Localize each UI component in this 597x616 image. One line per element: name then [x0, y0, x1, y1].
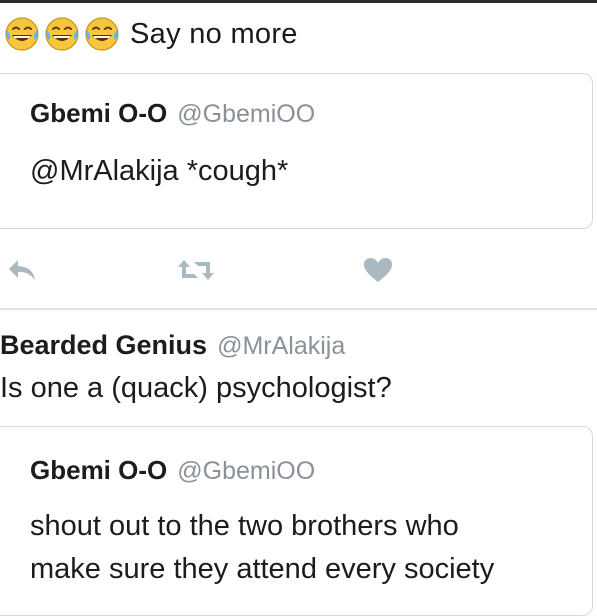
top-divider — [0, 0, 597, 3]
quoted-tweet-header: Gbemi O-O @GbemiOO — [30, 455, 315, 486]
quoted-tweet-text: @MrAlakija *cough* — [30, 155, 289, 187]
retweet-icon[interactable] — [176, 256, 216, 284]
laughing-emoji-icon — [45, 17, 79, 51]
quoted-tweet-card[interactable]: Gbemi O-O @GbemiOO @MrAlakija *cough* — [0, 73, 593, 229]
quoted-author-handle[interactable]: @GbemiOO — [177, 100, 315, 129]
top-tweet: Say no more — [4, 14, 298, 54]
reply-icon[interactable] — [6, 256, 38, 284]
quoted-tweet-line: shout out to the two brothers who — [30, 510, 459, 542]
author-handle[interactable]: @MrAlakija — [217, 332, 345, 361]
quoted-author-name[interactable]: Gbemi O-O — [30, 455, 167, 486]
laughing-emoji-icon — [5, 17, 39, 51]
quoted-tweet-line: make sure they attend every society — [30, 553, 495, 585]
tweet-header: Bearded Genius @MrAlakija — [0, 330, 345, 361]
quoted-tweet-card[interactable]: Gbemi O-O @GbemiOO shout out to the two … — [0, 426, 593, 616]
quoted-tweet-header: Gbemi O-O @GbemiOO — [30, 98, 315, 129]
tweet-text: Say no more — [130, 17, 298, 50]
quoted-author-name[interactable]: Gbemi O-O — [30, 98, 167, 129]
laughing-emoji-icon — [85, 17, 119, 51]
tweet-text: Is one a (quack) psychologist? — [0, 372, 392, 404]
tweet-divider — [0, 308, 597, 310]
like-heart-icon[interactable] — [362, 256, 394, 284]
quoted-author-handle[interactable]: @GbemiOO — [177, 457, 315, 486]
tweet-actions-bar — [0, 250, 597, 290]
author-name[interactable]: Bearded Genius — [0, 330, 207, 361]
quoted-tweet-text: shout out to the two brothers who make s… — [30, 505, 582, 591]
